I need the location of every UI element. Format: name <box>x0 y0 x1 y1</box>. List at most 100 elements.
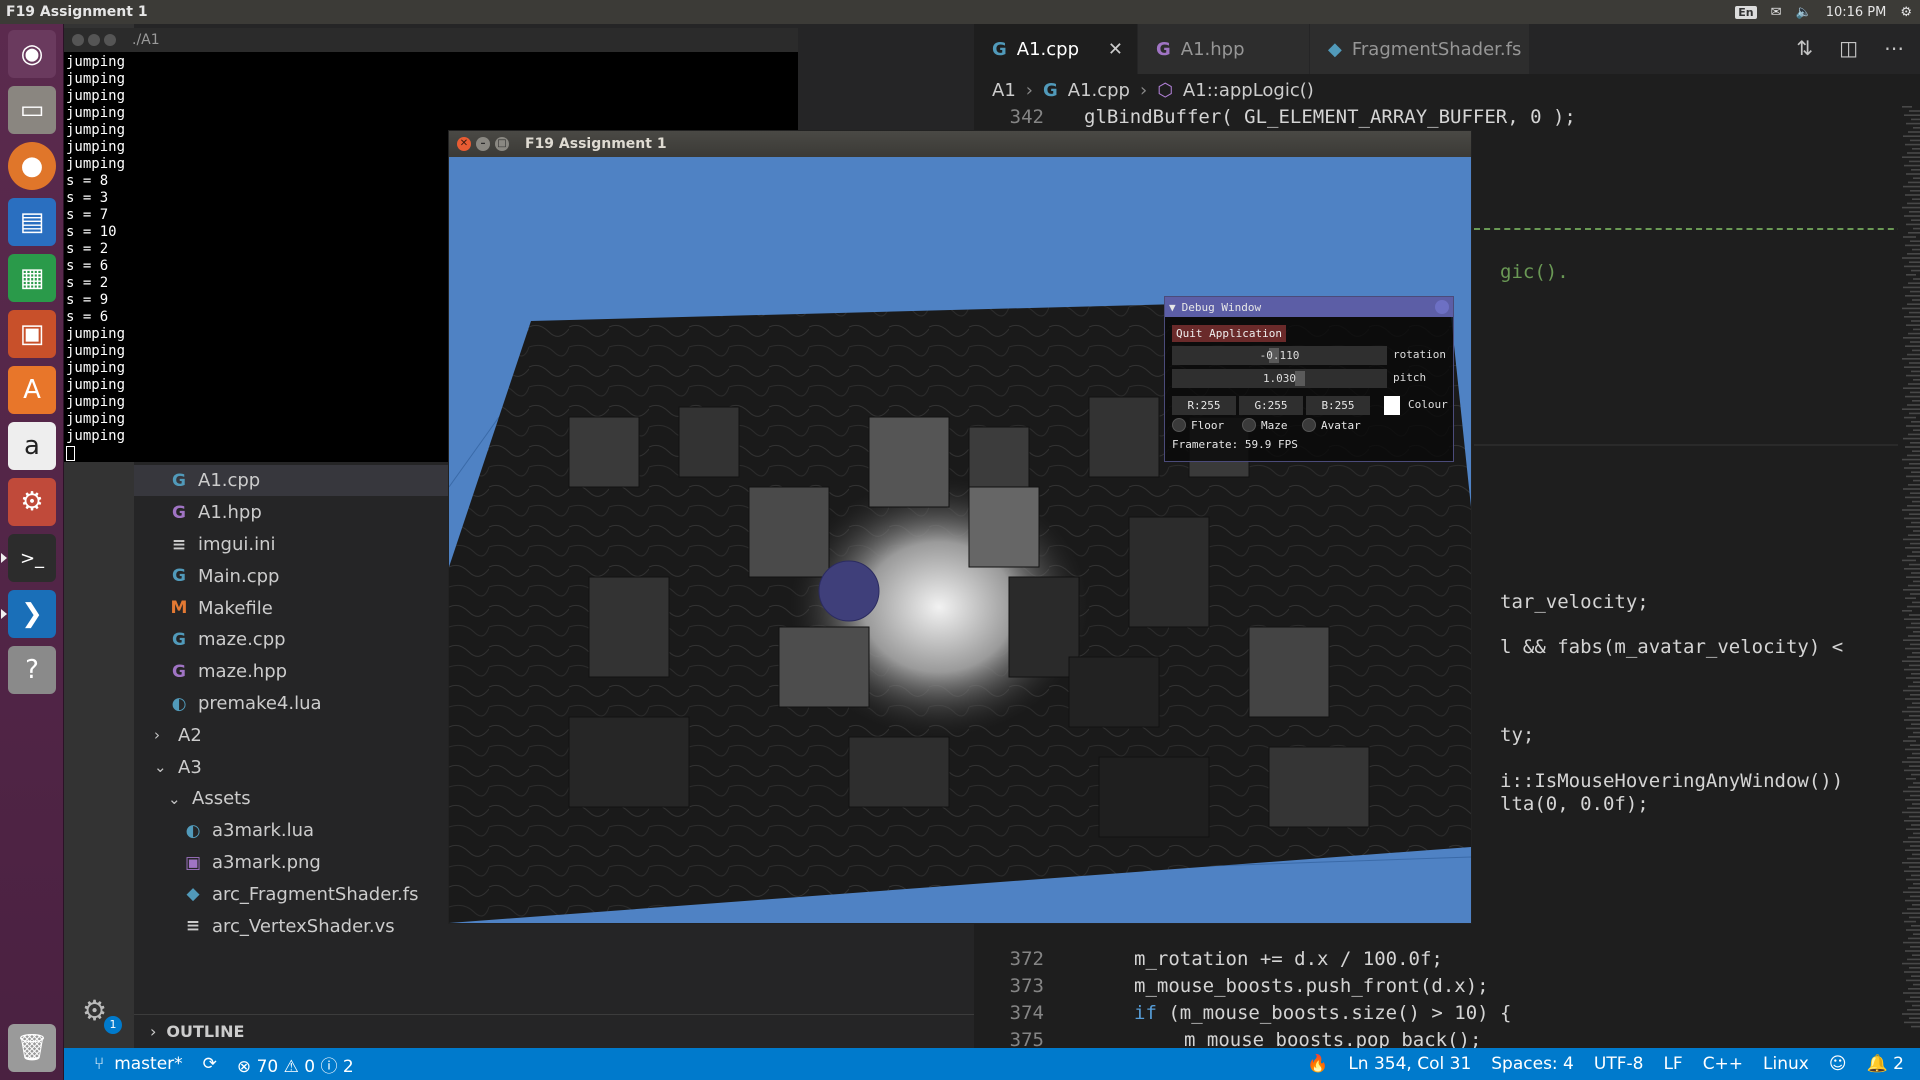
close-icon[interactable] <box>72 34 84 46</box>
ubuntu-dash-icon[interactable]: ◉ <box>8 30 56 78</box>
hpp-file-icon: G <box>1156 38 1171 60</box>
tab-a1-hpp[interactable]: G A1.hpp <box>1138 24 1310 74</box>
minimap-line <box>1906 526 1920 528</box>
split-editor-icon[interactable]: ◫ <box>1839 36 1858 60</box>
minimize-icon[interactable]: – <box>476 137 490 151</box>
sidebar-item-label: maze.cpp <box>198 629 286 651</box>
amazon-icon[interactable]: a <box>8 422 56 470</box>
notifications[interactable]: 🔔 2 <box>1857 1054 1920 1074</box>
line-ending[interactable]: LF <box>1653 1054 1692 1074</box>
breadcrumb-folder[interactable]: A1 <box>992 80 1016 101</box>
close-icon[interactable]: ✕ <box>457 137 471 151</box>
calc-icon[interactable]: ▦ <box>8 254 56 302</box>
minimap-line <box>1912 349 1920 352</box>
debug-window-titlebar[interactable]: ▼ Debug Window <box>1165 297 1453 317</box>
minimap-line <box>1903 891 1920 893</box>
firefox-icon[interactable]: ● <box>8 142 56 190</box>
rotation-slider[interactable]: -0.110 <box>1172 346 1387 365</box>
floor-radio[interactable]: Floor <box>1172 418 1224 432</box>
minimize-icon[interactable] <box>88 34 100 46</box>
git-branch[interactable]: master* <box>114 1054 192 1074</box>
minimap-line <box>1910 240 1920 242</box>
minimap-line <box>1911 219 1920 221</box>
debug-window[interactable]: ▼ Debug Window Quit Application -0.110 r… <box>1164 296 1454 462</box>
cursor-position[interactable]: Ln 354, Col 31 <box>1338 1054 1481 1074</box>
minimap-line <box>1908 232 1920 234</box>
minimap-line <box>1907 958 1920 961</box>
trash-icon[interactable]: 🗑 <box>8 1024 56 1072</box>
problems-indicator[interactable]: ⊗ 70 ⚠ 0 ⓘ 2 <box>227 1052 364 1077</box>
terminal-icon[interactable]: >_ <box>8 534 56 582</box>
slider-grab[interactable] <box>1295 371 1305 386</box>
code-text: m_rotation += d.x / 100.0f; <box>1134 948 1443 970</box>
clock[interactable]: 10:16 PM <box>1826 5 1887 20</box>
red-channel-input[interactable]: R:255 <box>1172 396 1236 415</box>
maximize-icon[interactable] <box>104 34 116 46</box>
files-icon[interactable]: ▭ <box>8 86 56 134</box>
minimap-line <box>1912 299 1920 301</box>
minimap-line <box>1906 979 1920 982</box>
language-mode[interactable]: C++ <box>1693 1054 1753 1074</box>
volume-icon[interactable]: 🔈 <box>1796 5 1812 20</box>
green-channel-input[interactable]: G:255 <box>1239 396 1303 415</box>
code-keyword: if <box>1134 1002 1157 1024</box>
close-icon[interactable]: ✕ <box>1108 39 1123 60</box>
system-settings-icon[interactable]: ⚙ <box>8 478 56 526</box>
minimap-line <box>1903 538 1920 541</box>
maximize-icon[interactable]: □ <box>495 137 509 151</box>
sidebar-item-label: A1.hpp <box>198 502 262 524</box>
compare-changes-icon[interactable]: ⇅ <box>1796 36 1813 60</box>
help-icon[interactable]: ? <box>8 646 56 694</box>
chevron-right-icon: › <box>1140 79 1148 101</box>
breadcrumb: A1 › G A1.cpp › ⬡ A1::appLogic() <box>974 74 1920 106</box>
minimap-line <box>1907 253 1920 255</box>
pitch-slider[interactable]: 1.030 <box>1172 369 1387 388</box>
mail-icon[interactable]: ✉ <box>1771 5 1782 20</box>
breadcrumb-symbol[interactable]: A1::appLogic() <box>1183 80 1314 101</box>
keyboard-layout-indicator[interactable]: En <box>1735 5 1757 19</box>
maze-radio[interactable]: Maze <box>1242 418 1288 432</box>
colour-swatch[interactable] <box>1384 396 1400 415</box>
minimap-line <box>1904 568 1920 570</box>
writer-icon[interactable]: ▤ <box>8 198 56 246</box>
outline-section-header[interactable]: › OUTLINE <box>134 1014 974 1048</box>
minimap[interactable] <box>1898 106 1920 1048</box>
software-center-icon[interactable]: A <box>8 366 56 414</box>
minimap-line <box>1902 458 1920 461</box>
minimap-line <box>1904 719 1920 721</box>
minimap-line <box>1909 815 1920 818</box>
avatar-radio[interactable]: Avatar <box>1302 418 1361 432</box>
minimap-line <box>1910 341 1920 343</box>
gear-icon[interactable]: ⚙ <box>1900 5 1912 20</box>
minimap-line <box>1909 866 1920 868</box>
minimap-line <box>1908 534 1920 536</box>
indentation[interactable]: Spaces: 4 <box>1481 1054 1584 1074</box>
error-count: 70 <box>256 1056 279 1077</box>
game-window[interactable]: ✕ – □ F19 Assignment 1 <box>448 130 1472 924</box>
minimap-line <box>1904 870 1920 872</box>
line-number: 372 <box>1009 948 1044 970</box>
opengl-viewport[interactable] <box>449 157 1471 923</box>
minimap-line <box>1912 702 1920 704</box>
blue-channel-input[interactable]: B:255 <box>1306 396 1370 415</box>
terminal-titlebar[interactable]: ./A1 <box>64 28 798 52</box>
tab-fragmentshader-fs[interactable]: ◆ FragmentShader.fs <box>1310 24 1530 74</box>
tab-a1-cpp[interactable]: G A1.cpp ✕ <box>974 24 1138 74</box>
resize-grip-icon[interactable] <box>1435 300 1449 314</box>
flame-icon[interactable]: 🔥 <box>1297 1054 1338 1074</box>
minimap-line <box>1913 127 1920 129</box>
impress-icon[interactable]: ▣ <box>8 310 56 358</box>
minimap-line <box>1910 895 1920 898</box>
game-titlebar[interactable]: ✕ – □ F19 Assignment 1 <box>449 131 1471 157</box>
sync-icon[interactable]: ⟳ <box>193 1054 227 1074</box>
quit-application-button[interactable]: Quit Application <box>1172 325 1286 342</box>
vscode-icon[interactable]: ❯ <box>8 590 56 638</box>
collapse-triangle-icon[interactable]: ▼ <box>1169 301 1176 314</box>
encoding[interactable]: UTF-8 <box>1584 1054 1654 1074</box>
platform[interactable]: Linux <box>1753 1054 1819 1074</box>
more-actions-icon[interactable]: ⋯ <box>1884 36 1904 60</box>
breadcrumb-file[interactable]: A1.cpp <box>1068 80 1130 101</box>
minimap-line <box>1908 433 1920 436</box>
pitch-label: pitch <box>1393 371 1427 384</box>
feedback-smiley-icon[interactable]: ☺ <box>1819 1054 1857 1074</box>
